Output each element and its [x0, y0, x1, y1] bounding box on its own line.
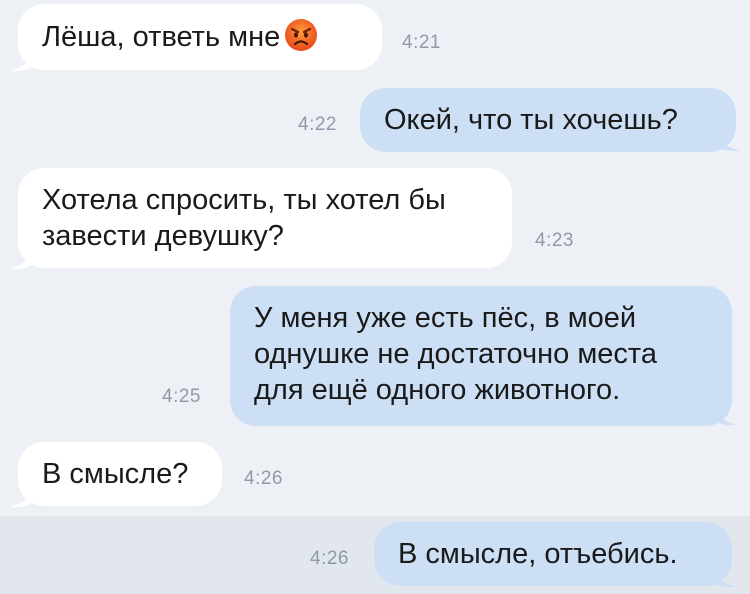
- message-text-line: завести девушку?: [42, 220, 284, 252]
- message-bubble[interactable]: Окей, что ты хочешь?: [360, 88, 736, 152]
- message-timestamp: 4:21: [402, 32, 441, 53]
- bubble-tail: [714, 130, 740, 152]
- message-timestamp: 4:26: [310, 548, 349, 569]
- message-text: Окей, что ты хочешь?: [384, 104, 678, 136]
- message-timestamp: 4:25: [162, 386, 201, 407]
- message-timestamp: 4:22: [298, 114, 337, 135]
- message-bubble[interactable]: Хотела спросить, ты хотел бы завести дев…: [18, 168, 512, 268]
- bubble-tail: [710, 404, 736, 426]
- message-timestamp: 4:26: [244, 468, 283, 489]
- message-text: Лёша, ответь мне: [42, 21, 281, 53]
- message-text-line: Хотела спросить, ты хотел бы: [42, 184, 446, 216]
- message-bubble[interactable]: В смысле?: [18, 442, 222, 506]
- message-text-line: У меня уже есть пёс, в моей: [254, 302, 637, 334]
- chat-history: Лёша, ответь мне 4:21 4:22 Окей, что ты: [0, 0, 750, 594]
- message-text: В смысле?: [42, 458, 189, 490]
- message-bubble[interactable]: Лёша, ответь мне: [18, 4, 382, 70]
- message-text-line: однушке не достаточно места: [254, 338, 657, 370]
- message-text: В смысле, отъебись.: [398, 538, 678, 570]
- message-timestamp: 4:23: [535, 230, 574, 251]
- message-bubble[interactable]: В смысле, отъебись.: [374, 522, 732, 586]
- bubble-tail: [710, 566, 736, 588]
- message-text-line: для ещё одного животного.: [254, 374, 621, 406]
- message-bubble[interactable]: У меня уже есть пёс, в моей однушке не д…: [230, 286, 732, 426]
- angry-face-emoji: [285, 19, 318, 51]
